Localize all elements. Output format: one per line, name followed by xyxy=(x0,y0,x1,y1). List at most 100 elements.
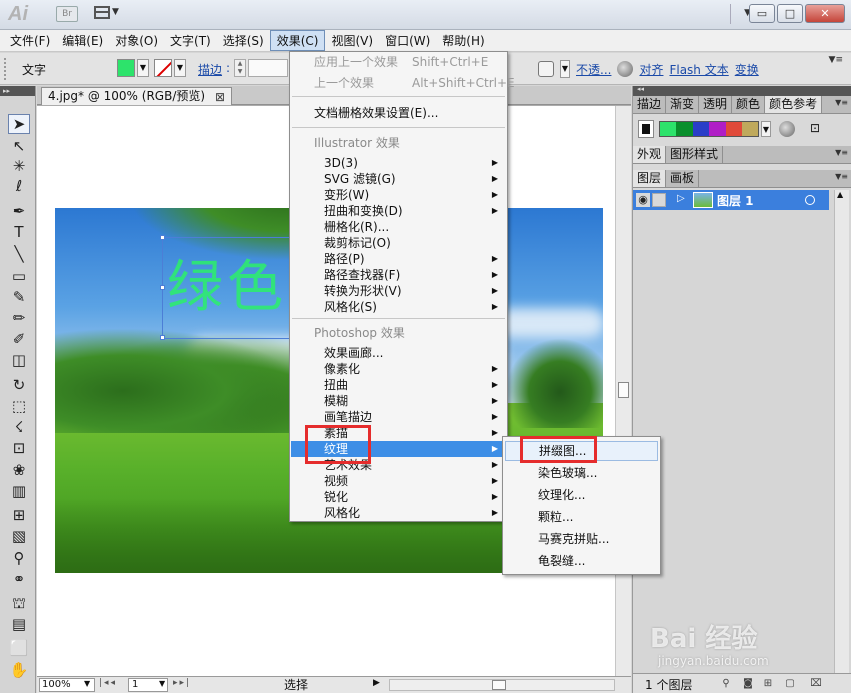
tab-stroke[interactable]: 描边 xyxy=(633,96,667,113)
submenu-item-texturizer[interactable]: 纹理化... xyxy=(505,485,658,505)
type-tool-icon[interactable]: T xyxy=(8,222,30,242)
magic-wand-tool-icon[interactable]: ✳ xyxy=(8,156,30,176)
menu-item-document-raster-settings[interactable]: 文档栅格效果设置(E)... xyxy=(291,105,506,121)
blob-brush-tool-icon[interactable]: ✐ xyxy=(8,329,30,349)
menu-item-brush-strokes[interactable]: 画笔描边 ▶ xyxy=(291,409,506,425)
status-menu-icon[interactable]: ▶ xyxy=(373,678,380,688)
scroll-up-icon[interactable]: ▲ xyxy=(837,190,843,199)
menu-item-3d[interactable]: 3D(3) ▶ xyxy=(291,155,506,171)
bridge-button[interactable]: Br xyxy=(56,6,78,22)
horizontal-scrollbar[interactable] xyxy=(389,679,615,691)
tab-color-guide[interactable]: 颜色参考 xyxy=(765,96,823,113)
menu-item-effect-gallery[interactable]: 效果画廊... xyxy=(291,345,506,361)
symbol-sprayer-tool-icon[interactable]: ❀ xyxy=(8,460,30,480)
menu-item-last-effect[interactable]: 上一个效果 Alt+Shift+Ctrl+E xyxy=(291,75,515,91)
layer-row[interactable]: ◉ ▷ 图层 1 xyxy=(633,190,829,210)
slice-tool-icon[interactable]: ▤ xyxy=(8,614,30,634)
menu-item-apply-last-effect[interactable]: 应用上一个效果 Shift+Ctrl+E xyxy=(291,54,506,70)
stroke-color-swatch[interactable] xyxy=(154,59,172,77)
selection-tool-icon[interactable]: ➤ xyxy=(8,114,30,134)
direct-selection-tool-icon[interactable]: ↖ xyxy=(8,136,30,156)
swatch[interactable] xyxy=(726,122,742,136)
menu-item-convert-to-shape[interactable]: 转换为形状(V) ▶ xyxy=(291,283,506,299)
align-link[interactable]: 对齐 xyxy=(639,61,663,78)
tab-appearance[interactable]: 外观 xyxy=(633,146,667,163)
menu-item-svg-filters[interactable]: SVG 滤镜(G) ▶ xyxy=(291,171,506,187)
menu-item-artistic[interactable]: 艺术效果 ▶ xyxy=(291,457,506,473)
hand-tool-icon[interactable]: ✋ xyxy=(8,660,30,680)
layer-name[interactable]: 图层 1 xyxy=(717,192,754,209)
menu-window[interactable]: 窗口(W) xyxy=(379,30,436,51)
tab-gradient[interactable]: 渐变 xyxy=(666,96,700,113)
stroke-dropdown-icon[interactable]: ▼ xyxy=(174,59,186,77)
resize-handle[interactable] xyxy=(160,285,165,290)
panel-menu-icon[interactable]: ▼≡ xyxy=(835,98,848,107)
opacity-link[interactable]: 不透... xyxy=(576,61,611,78)
arrange-documents-button[interactable]: ▼ xyxy=(94,5,124,23)
tab-artboards[interactable]: 画板 xyxy=(666,170,700,187)
gradient-tool-icon[interactable]: ▧ xyxy=(8,526,30,546)
flash-text-link[interactable]: Flash 文本 xyxy=(669,61,728,78)
free-transform-tool-icon[interactable]: ⊡ xyxy=(8,438,30,458)
maximize-button[interactable]: □ xyxy=(777,4,803,23)
menu-type[interactable]: 文字(T) xyxy=(164,30,217,51)
menu-item-blur[interactable]: 模糊 ▶ xyxy=(291,393,506,409)
control-bar-menu-icon[interactable]: ▼≡ xyxy=(829,55,843,65)
artboard-dropdown-icon[interactable]: ▼ xyxy=(159,679,165,688)
menu-help[interactable]: 帮助(H) xyxy=(436,30,490,51)
menu-edit[interactable]: 编辑(E) xyxy=(56,30,109,51)
submenu-item-craquelure[interactable]: 龟裂缝... xyxy=(505,551,658,571)
paintbrush-tool-icon[interactable]: ✎ xyxy=(8,287,30,307)
menu-item-pixelate[interactable]: 像素化 ▶ xyxy=(291,361,506,377)
tools-panel-header[interactable]: ▸▸ xyxy=(0,86,35,96)
blend-tool-icon[interactable]: ⚭ xyxy=(8,569,30,589)
document-tab[interactable]: 4.jpg* @ 100% (RGB/预览) ⊠ xyxy=(41,87,233,106)
base-color-swatch[interactable] xyxy=(638,120,654,138)
swatch[interactable] xyxy=(660,122,676,136)
menu-effect[interactable]: 效果(C) xyxy=(269,30,326,51)
submenu-item-stained-glass[interactable]: 染色玻璃... xyxy=(505,463,658,483)
menu-file[interactable]: 文件(F) xyxy=(4,30,56,51)
lock-toggle[interactable] xyxy=(652,193,666,207)
visibility-eye-icon[interactable]: ◉ xyxy=(636,193,650,207)
layer-target-icon[interactable] xyxy=(805,195,815,205)
tab-transparency[interactable]: 透明 xyxy=(699,96,733,113)
resize-handle[interactable] xyxy=(160,235,165,240)
menu-item-distort-transform[interactable]: 扭曲和变换(D) ▶ xyxy=(291,203,506,219)
tab-layers[interactable]: 图层 xyxy=(633,170,667,187)
mesh-tool-icon[interactable]: ⊞ xyxy=(8,505,30,525)
rectangle-tool-icon[interactable]: ▭ xyxy=(8,266,30,286)
close-button[interactable]: ✕ xyxy=(805,4,845,23)
stroke-weight-stepper[interactable]: ▲ ▼ xyxy=(234,59,246,77)
panel-dock-header[interactable] xyxy=(633,86,851,96)
panel-menu-icon[interactable]: ▼≡ xyxy=(835,172,848,181)
layers-scrollbar[interactable]: ▲ xyxy=(834,190,849,675)
pencil-tool-icon[interactable]: ✏ xyxy=(8,308,30,328)
menu-item-texture[interactable]: 纹理 ▶ xyxy=(291,441,506,457)
recolor-artwork-icon[interactable] xyxy=(617,61,634,77)
artboard-tool-icon[interactable]: ⬜ xyxy=(8,638,30,658)
swatch[interactable] xyxy=(742,122,758,136)
menu-item-distort[interactable]: 扭曲 ▶ xyxy=(291,377,506,393)
harmony-swatch-strip[interactable] xyxy=(659,121,759,137)
menu-select[interactable]: 选择(S) xyxy=(217,30,270,51)
menu-item-path[interactable]: 路径(P) ▶ xyxy=(291,251,506,267)
lasso-tool-icon[interactable]: ℓ xyxy=(8,176,30,196)
eyedropper-tool-icon[interactable]: ⚲ xyxy=(8,548,30,568)
menu-item-stylize[interactable]: 风格化(S) ▶ xyxy=(291,299,506,315)
vertical-scroll-thumb[interactable] xyxy=(618,382,629,398)
eraser-tool-icon[interactable]: ◫ xyxy=(8,350,30,370)
minimize-button[interactable]: ▭ xyxy=(749,4,775,23)
fill-dropdown-icon[interactable]: ▼ xyxy=(137,59,149,77)
menu-item-crop-marks[interactable]: 裁剪标记(O) xyxy=(291,235,506,251)
menu-item-video[interactable]: 视频 ▶ xyxy=(291,473,506,489)
swatch[interactable] xyxy=(693,122,709,136)
menu-view[interactable]: 视图(V) xyxy=(325,30,379,51)
close-tab-icon[interactable]: ⊠ xyxy=(215,89,225,106)
menu-item-sketch[interactable]: 素描 ▶ xyxy=(291,425,506,441)
submenu-item-patchwork[interactable]: 拼缀图... xyxy=(505,441,658,461)
rotate-tool-icon[interactable]: ↻ xyxy=(8,375,30,395)
expand-triangle-icon[interactable]: ▷ xyxy=(677,193,685,204)
status-display[interactable]: 选择 xyxy=(207,678,385,692)
menu-item-warp[interactable]: 变形(W) ▶ xyxy=(291,187,506,203)
